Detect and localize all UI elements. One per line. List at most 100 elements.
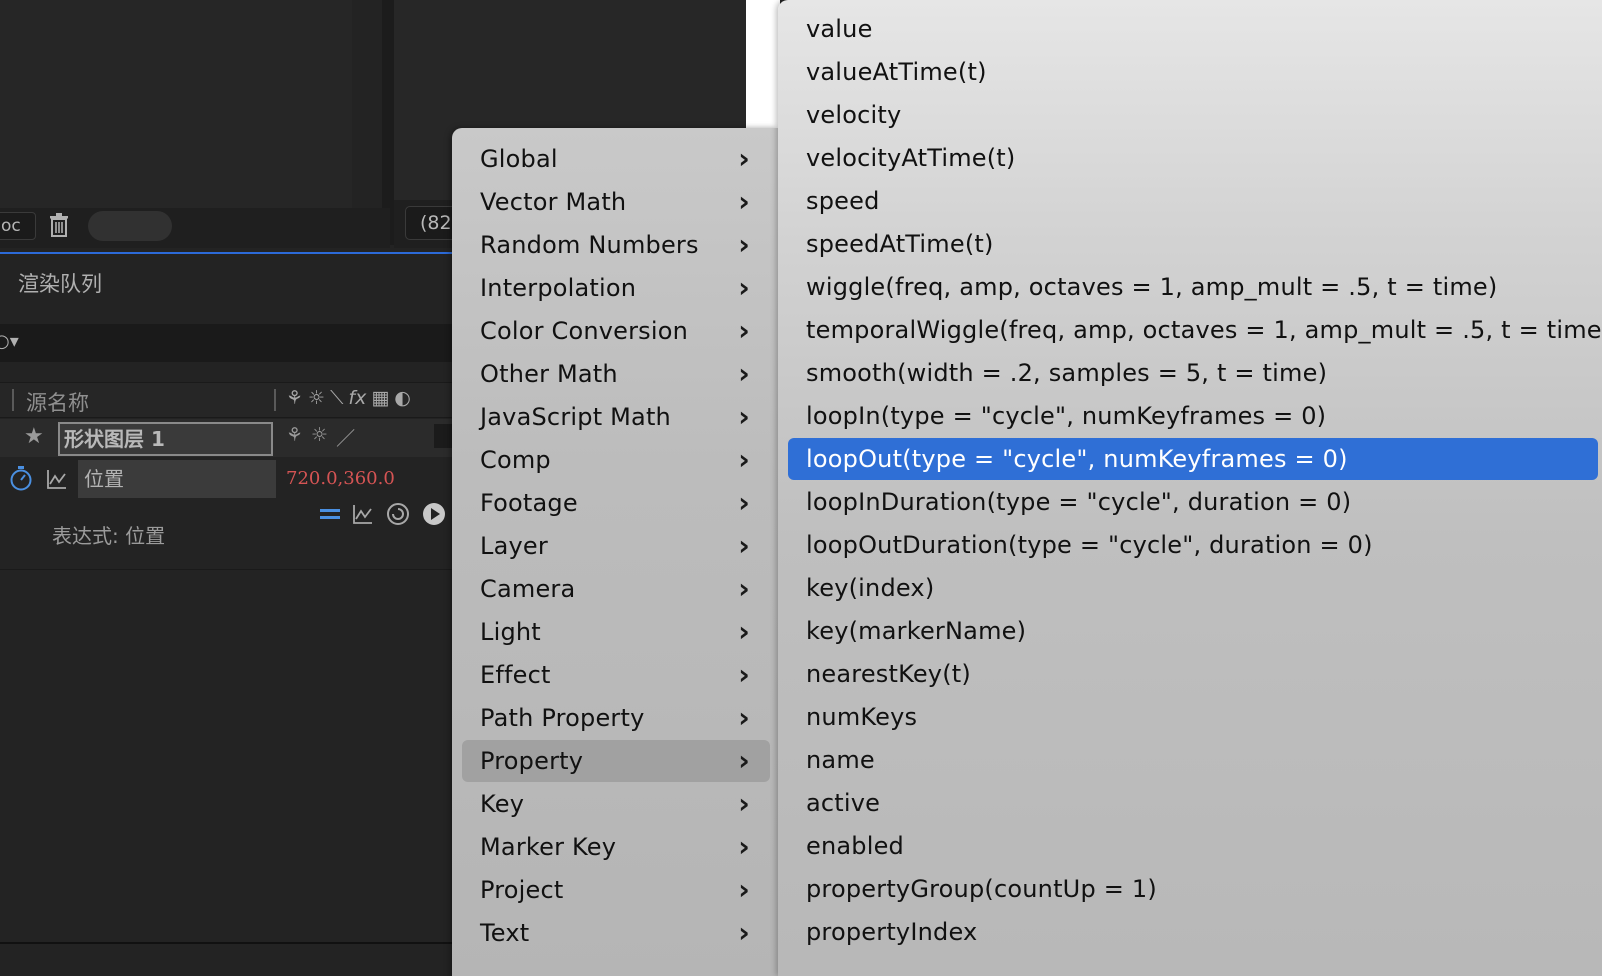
submenu-item[interactable]: valueAtTime(t) xyxy=(788,51,1598,93)
shy-icon[interactable]: ⚘ xyxy=(286,387,303,409)
viewer-pill-control[interactable] xyxy=(88,211,172,241)
submenu-item[interactable]: key(index) xyxy=(788,567,1598,609)
chevron-right-icon: › xyxy=(738,142,750,175)
stopwatch-icon[interactable] xyxy=(8,465,34,491)
column-separator xyxy=(12,389,14,411)
menu-item-comp[interactable]: Comp › xyxy=(462,439,770,481)
submenu-item[interactable]: loopIn(type = "cycle", numKeyframes = 0) xyxy=(788,395,1598,437)
submenu-item[interactable]: value xyxy=(788,8,1598,50)
menu-item-path-property[interactable]: Path Property › xyxy=(462,697,770,739)
submenu-item[interactable]: loopOut(type = "cycle", numKeyframes = 0… xyxy=(788,438,1598,480)
chevron-right-icon: › xyxy=(738,357,750,390)
menu-item-vector-math[interactable]: Vector Math › xyxy=(462,181,770,223)
timeline-empty-area xyxy=(0,570,460,942)
frame-blend-icon[interactable]: ▦ xyxy=(371,387,389,409)
submenu-item[interactable]: enabled xyxy=(788,825,1598,867)
expression-language-menu: Global › Vector Math › Random Numbers › Interp… xyxy=(452,128,778,976)
chevron-right-icon: › xyxy=(738,400,750,433)
submenu-item[interactable]: velocityAtTime(t) xyxy=(788,137,1598,179)
chevron-right-icon: › xyxy=(738,529,750,562)
search-icon[interactable]: ○▾ xyxy=(0,331,19,352)
timeline-bottom-border xyxy=(0,942,460,944)
header-switch-icons: ⚘ ☼ ⟍ fx ▦ ◐ xyxy=(286,387,411,409)
submenu-item[interactable]: loopInDuration(type = "cycle", duration … xyxy=(788,481,1598,523)
timeline-search-bar[interactable] xyxy=(0,324,460,362)
menu-item-label: Footage xyxy=(480,489,578,517)
pick-whip-icon[interactable] xyxy=(386,502,410,526)
fx-icon[interactable]: fx xyxy=(348,387,366,409)
menu-item-project[interactable]: Project › xyxy=(462,869,770,911)
submenu-item[interactable]: propertyIndex xyxy=(788,911,1598,953)
chevron-right-icon: › xyxy=(738,443,750,476)
menu-item-layer[interactable]: Layer › xyxy=(462,525,770,567)
property-submenu: value valueAtTime(t) velocity velocityAtTim… xyxy=(778,0,1602,976)
collapse-icon[interactable]: ☼ xyxy=(308,387,325,409)
chevron-right-icon: › xyxy=(738,486,750,519)
menu-item-global[interactable]: Global › xyxy=(462,138,770,180)
layer-switch-box[interactable] xyxy=(434,424,454,448)
menu-item-label: Marker Key xyxy=(480,833,617,861)
submenu-item[interactable]: temporalWiggle(freq, amp, octaves = 1, a… xyxy=(788,309,1602,351)
submenu-item[interactable]: speedAtTime(t) xyxy=(788,223,1598,265)
layer-switch-icons: ⚘ ☼ ／ xyxy=(286,424,355,451)
menu-item-color-conversion[interactable]: Color Conversion › xyxy=(462,310,770,352)
expression-graph-icon[interactable] xyxy=(352,503,374,525)
menu-item-interpolation[interactable]: Interpolation › xyxy=(462,267,770,309)
menu-item-label: Color Conversion xyxy=(480,317,689,345)
menu-item-label: Other Math xyxy=(480,360,618,388)
menu-item-camera[interactable]: Camera › xyxy=(462,568,770,610)
submenu-item[interactable]: propertyGroup(countUp = 1) xyxy=(788,868,1598,910)
submenu-item[interactable]: loopOutDuration(type = "cycle", duration… xyxy=(788,524,1598,566)
viewer-option-field[interactable]: oc xyxy=(0,212,36,240)
property-value[interactable]: 720.0,360.0 xyxy=(286,468,395,489)
menu-item-label: JavaScript Math xyxy=(480,403,671,431)
menu-item-random-numbers[interactable]: Random Numbers › xyxy=(462,224,770,266)
property-name[interactable]: 位置 xyxy=(78,460,276,498)
submenu-item[interactable]: name xyxy=(788,739,1598,781)
menu-item-javascript-math[interactable]: JavaScript Math › xyxy=(462,396,770,438)
graph-icon[interactable] xyxy=(46,468,68,490)
submenu-item[interactable]: speed xyxy=(788,180,1598,222)
source-name-column-title[interactable]: 源名称 xyxy=(26,387,89,417)
menu-item-property[interactable]: Property › xyxy=(462,740,770,782)
chevron-right-icon: › xyxy=(738,916,750,949)
menu-item-marker-key[interactable]: Marker Key › xyxy=(462,826,770,868)
menu-item-label: Light xyxy=(480,618,541,646)
submenu-item[interactable]: key(markerName) xyxy=(788,610,1598,652)
menu-item-label: Camera xyxy=(480,575,576,603)
menu-item-text[interactable]: Text › xyxy=(462,912,770,954)
trash-icon[interactable] xyxy=(48,212,70,238)
menu-item-label: Random Numbers xyxy=(480,231,699,259)
menu-item-label: Comp xyxy=(480,446,551,474)
menu-item-light[interactable]: Light › xyxy=(462,611,770,653)
motion-blur-icon[interactable]: ◐ xyxy=(394,387,411,409)
menu-item-label: Project xyxy=(480,876,564,904)
menu-item-key[interactable]: Key › xyxy=(462,783,770,825)
menu-item-label: Layer xyxy=(480,532,548,560)
menu-item-effect[interactable]: Effect › xyxy=(462,654,770,696)
layer-collapse-icon[interactable]: ☼ xyxy=(311,424,328,451)
menu-item-footage[interactable]: Footage › xyxy=(462,482,770,524)
chevron-right-icon: › xyxy=(738,615,750,648)
chevron-right-icon: › xyxy=(738,271,750,304)
white-background-strip xyxy=(746,0,780,130)
layer-shy-icon[interactable]: ⚘ xyxy=(286,424,303,451)
submenu-item[interactable]: nearestKey(t) xyxy=(788,653,1598,695)
layer-quality-icon[interactable]: ／ xyxy=(336,424,355,451)
submenu-item[interactable]: wiggle(freq, amp, octaves = 1, amp_mult … xyxy=(788,266,1598,308)
equals-icon[interactable] xyxy=(320,506,340,522)
quality-icon[interactable]: ⟍ xyxy=(330,387,343,409)
layer-name-field[interactable]: 形状图层 1 xyxy=(58,422,273,456)
submenu-item[interactable]: velocity xyxy=(788,94,1598,136)
render-queue-tab[interactable]: 渲染队列 xyxy=(18,268,102,298)
submenu-item[interactable]: active xyxy=(788,782,1598,824)
chevron-right-icon: › xyxy=(738,314,750,347)
menu-item-label: Effect xyxy=(480,661,551,689)
expression-language-menu-icon[interactable] xyxy=(422,502,446,526)
menu-item-label: Vector Math xyxy=(480,188,627,216)
submenu-item[interactable]: smooth(width = .2, samples = 5, t = time… xyxy=(788,352,1598,394)
star-icon: ★ xyxy=(24,424,44,449)
expression-icons xyxy=(320,502,446,526)
menu-item-other-math[interactable]: Other Math › xyxy=(462,353,770,395)
submenu-item[interactable]: numKeys xyxy=(788,696,1598,738)
